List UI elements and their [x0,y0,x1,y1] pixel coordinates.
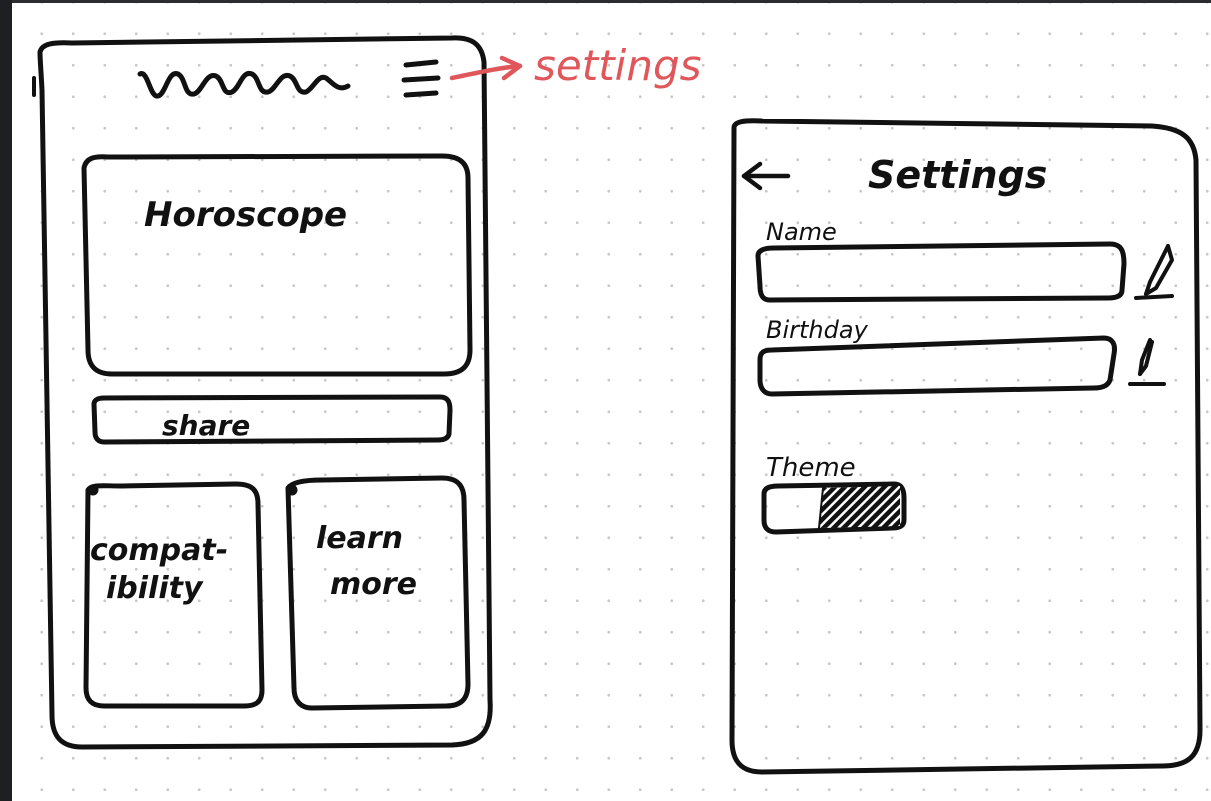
horoscope-card-frame [81,153,473,377]
birthday-field-label: Birthday [766,316,869,344]
share-button-frame[interactable] [91,394,453,445]
compatibility-card-label: compat- [90,533,228,568]
hamburger-menu-icon[interactable] [401,59,441,98]
theme-field-label: Theme [766,453,856,483]
name-input-frame[interactable] [755,241,1127,303]
horoscope-card-label: Horoscope [144,195,347,235]
learn-more-card-label-2: more [330,567,417,602]
settings-annotation-label: settings [534,41,702,90]
arrow-left-icon[interactable] [741,161,791,191]
birthday-input-frame[interactable] [757,335,1117,397]
wireframe-sketch: settings Horoscope share compat- ibility… [32,35,1203,775]
share-button-label: share [162,409,250,442]
pencil-icon[interactable] [1128,338,1166,386]
learn-more-card-label: learn [316,521,403,556]
compatibility-card-label-2: ibility [106,571,204,606]
pencil-icon[interactable] [1134,244,1174,300]
name-field-label: Name [766,218,837,246]
sketch-canvas: settings Horoscope share compat- ibility… [12,0,1211,801]
toggle-knob [820,486,900,528]
home-phone-frame [37,35,493,750]
scribble-logo-icon [137,70,351,99]
settings-page-title: Settings [868,153,1047,197]
